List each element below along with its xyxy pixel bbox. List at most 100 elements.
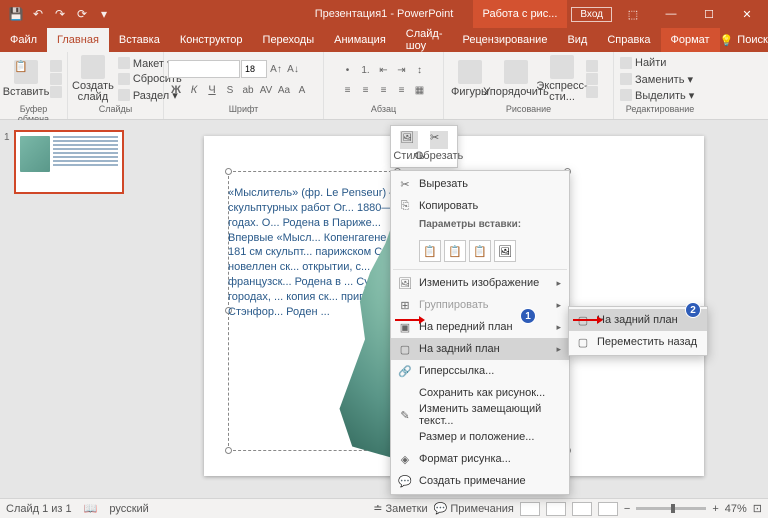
ctx-cut[interactable]: ✂Вырезать xyxy=(391,173,569,195)
undo-icon[interactable]: ↶ xyxy=(28,4,48,24)
zoom-level[interactable]: 47% xyxy=(725,503,747,515)
tab-insert[interactable]: Вставка xyxy=(109,28,170,52)
redo-icon[interactable]: ↷ xyxy=(50,4,70,24)
paste-opt-4[interactable]: 🖼 xyxy=(494,240,516,262)
tab-home[interactable]: Главная xyxy=(47,28,109,52)
tab-design[interactable]: Конструктор xyxy=(170,28,253,52)
shadow-icon[interactable]: S xyxy=(222,82,238,98)
send-backward-icon: ▢ xyxy=(575,334,591,350)
sign-in-button[interactable]: Вход xyxy=(571,7,612,22)
tab-file[interactable]: Файл xyxy=(0,28,47,52)
minimize-button[interactable]: — xyxy=(654,0,688,28)
numbering-icon[interactable]: 1. xyxy=(358,62,374,78)
repeat-icon[interactable]: ⟳ xyxy=(72,4,92,24)
paste-opt-3[interactable]: 📋 xyxy=(469,240,491,262)
grow-font-icon[interactable]: A↑ xyxy=(268,61,284,77)
line-spacing-icon[interactable]: ↕ xyxy=(412,62,428,78)
tab-format[interactable]: Формат xyxy=(661,28,720,52)
indent-right-icon[interactable]: ⇥ xyxy=(394,62,410,78)
font-name-input[interactable] xyxy=(168,60,240,78)
tab-view[interactable]: Вид xyxy=(557,28,597,52)
shape-effects-icon[interactable] xyxy=(586,86,598,98)
ctx-size-position[interactable]: Размер и положение... xyxy=(391,426,569,448)
slide-panel[interactable] xyxy=(0,120,140,498)
tab-help[interactable]: Справка xyxy=(597,28,660,52)
submenu-send-backward[interactable]: ▢Переместить назад xyxy=(569,331,707,353)
cut-icon[interactable] xyxy=(50,60,62,72)
paste-opt-2[interactable]: 📋 xyxy=(444,240,466,262)
justify-icon[interactable]: ≡ xyxy=(394,82,410,98)
shape-fill-icon[interactable] xyxy=(586,60,598,72)
ctx-new-comment[interactable]: 💬Создать примечание xyxy=(391,470,569,492)
bold-icon[interactable]: Ж xyxy=(168,82,184,98)
case-icon[interactable]: Aa xyxy=(276,82,292,98)
paste-icon: 📋 xyxy=(14,60,38,84)
paste-opt-1[interactable]: 📋 xyxy=(419,240,441,262)
zoom-in-button[interactable]: + xyxy=(712,503,718,515)
status-bar: Слайд 1 из 1 📖 русский ≐ Заметки 💬 Приме… xyxy=(0,498,768,518)
link-icon: 🔗 xyxy=(397,363,413,379)
arrange-icon xyxy=(504,60,528,84)
new-slide-button[interactable]: Создать слайд xyxy=(72,54,114,104)
select-button[interactable]: Выделить ▾ xyxy=(618,88,696,103)
italic-icon[interactable]: К xyxy=(186,82,202,98)
format-painter-icon[interactable] xyxy=(50,86,62,98)
normal-view-icon[interactable] xyxy=(520,502,540,516)
slide-thumbnail-1[interactable] xyxy=(14,130,124,194)
save-icon[interactable]: 💾 xyxy=(6,4,26,24)
zoom-slider[interactable] xyxy=(636,507,706,510)
replace-button[interactable]: Заменить ▾ xyxy=(618,72,696,87)
status-spell-icon[interactable]: 📖 xyxy=(84,502,98,515)
find-button[interactable]: Найти xyxy=(618,56,696,71)
ctx-save-picture[interactable]: Сохранить как рисунок... xyxy=(391,382,569,404)
align-center-icon[interactable]: ≡ xyxy=(358,82,374,98)
shrink-font-icon[interactable]: A↓ xyxy=(285,61,301,77)
indent-left-icon[interactable]: ⇤ xyxy=(376,62,392,78)
notes-button[interactable]: ≐ Заметки xyxy=(373,502,427,515)
close-button[interactable]: ✕ xyxy=(730,0,764,28)
comments-button[interactable]: 💬 Примечания xyxy=(434,502,514,515)
ctx-copy[interactable]: ⎘Копировать xyxy=(391,195,569,217)
status-language[interactable]: русский xyxy=(109,503,148,515)
align-right-icon[interactable]: ≡ xyxy=(376,82,392,98)
bullets-icon[interactable]: • xyxy=(340,62,356,78)
tab-animations[interactable]: Анимация xyxy=(324,28,396,52)
ribbon-options-icon[interactable]: ⬚ xyxy=(616,0,650,28)
tell-me-search[interactable]: 💡 Поиск xyxy=(720,34,768,47)
spacing-icon[interactable]: AV xyxy=(258,82,274,98)
align-left-icon[interactable]: ≡ xyxy=(340,82,356,98)
sorter-view-icon[interactable] xyxy=(546,502,566,516)
ctx-send-back[interactable]: ▢На задний план▸ xyxy=(391,338,569,360)
arrange-button[interactable]: Упорядочить xyxy=(494,54,538,104)
tab-review[interactable]: Рецензирование xyxy=(453,28,558,52)
slideshow-view-icon[interactable] xyxy=(598,502,618,516)
ctx-change-picture[interactable]: 🖼Изменить изображение▸ xyxy=(391,272,569,294)
document-title: Презентация1 - PowerPoint xyxy=(315,8,454,20)
crop-button[interactable]: ✂Обрезать xyxy=(424,129,454,164)
underline-icon[interactable]: Ч xyxy=(204,82,220,98)
ctx-format-picture[interactable]: ◈Формат рисунка... xyxy=(391,448,569,470)
maximize-button[interactable]: ☐ xyxy=(692,0,726,28)
tab-slideshow[interactable]: Слайд-шоу xyxy=(396,28,453,52)
alt-text-icon: ✎ xyxy=(397,407,413,423)
shape-outline-icon[interactable] xyxy=(586,73,598,85)
qat-more-icon[interactable]: ▾ xyxy=(94,4,114,24)
quick-styles-button[interactable]: Экспресс- сти... xyxy=(540,54,584,104)
quick-access-toolbar: 💾 ↶ ↷ ⟳ ▾ xyxy=(0,4,114,24)
ctx-paste-options: 📋 📋 📋 🖼 xyxy=(391,237,569,267)
zoom-out-button[interactable]: − xyxy=(624,503,630,515)
tab-transitions[interactable]: Переходы xyxy=(253,28,325,52)
paste-button[interactable]: 📋Вставить xyxy=(4,54,48,104)
annotation-arrow-2 xyxy=(573,315,603,325)
font-size-input[interactable]: 18 xyxy=(241,60,267,78)
font-color-icon[interactable]: A xyxy=(294,82,310,98)
copy-icon[interactable] xyxy=(50,73,62,85)
group-label-font: Шрифт xyxy=(168,104,319,117)
strike-icon[interactable]: ab xyxy=(240,82,256,98)
ctx-alt-text[interactable]: ✎Изменить замещающий текст... xyxy=(391,404,569,426)
columns-icon[interactable]: ▦ xyxy=(412,82,428,98)
reading-view-icon[interactable] xyxy=(572,502,592,516)
fit-window-icon[interactable]: ⊡ xyxy=(753,502,762,515)
send-back-icon: ▢ xyxy=(397,341,413,357)
ctx-hyperlink[interactable]: 🔗Гиперссылка... xyxy=(391,360,569,382)
